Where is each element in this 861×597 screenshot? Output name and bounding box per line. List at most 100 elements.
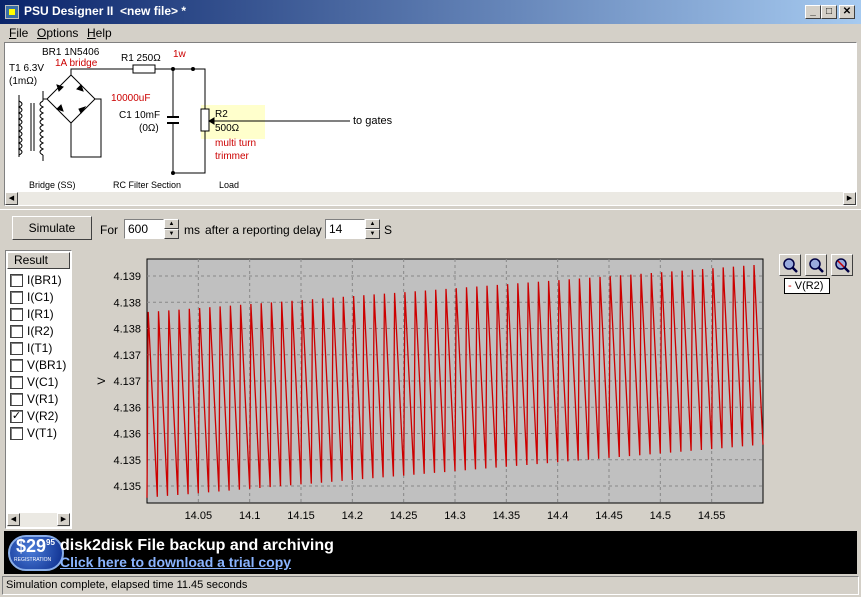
result-column-header[interactable]: Result xyxy=(7,252,70,269)
result-list[interactable]: Result I(BR1) I(C1) I(R1) I(R2) I(T1) V(BR1) V… xyxy=(5,250,72,529)
result-item-label: V(T1) xyxy=(27,426,57,440)
for-label: For xyxy=(100,223,118,237)
duration-unit: ms xyxy=(184,223,200,237)
duration-spinner[interactable]: ▲ ▼ xyxy=(164,219,179,239)
y-tick-label: 4.138 xyxy=(113,324,141,336)
checkbox[interactable] xyxy=(10,359,23,372)
r1-note: 1w xyxy=(173,49,186,60)
y-tick-label: 4.135 xyxy=(113,455,141,467)
result-item-label: V(BR1) xyxy=(27,358,67,372)
t1-label: T1 6.3V xyxy=(9,63,45,74)
r2-note-line2: trimmer xyxy=(215,151,249,162)
x-tick-label: 14.2 xyxy=(342,510,363,522)
spin-up-icon[interactable]: ▲ xyxy=(164,219,179,229)
result-item-label: I(R1) xyxy=(27,307,54,321)
checkbox[interactable] xyxy=(10,393,23,406)
zoom-in-button[interactable] xyxy=(779,254,801,276)
r1-label: R1 250Ω xyxy=(121,53,161,64)
chart-panel: 14.05 14.1 14.15 14.2 14.25 14.3 14.35 14.4 14.4… xyxy=(75,250,857,529)
app-icon[interactable] xyxy=(5,5,19,19)
circuit-schematic[interactable]: T1 6.3V (1mΩ) BR1 1N5406 1A bridge R1 25… xyxy=(4,42,857,206)
r2-label: R2 xyxy=(215,109,228,120)
simulation-toolbar: Simulate For 600 ▲ ▼ ms after a reportin… xyxy=(0,209,861,247)
zoom-out-button[interactable] xyxy=(805,254,827,276)
br1-label: BR1 1N5406 xyxy=(42,47,100,58)
result-horizontal-scrollbar[interactable]: ◀ ▶ xyxy=(7,513,70,527)
scroll-right-icon[interactable]: ▶ xyxy=(843,192,856,205)
c1-esr: (0Ω) xyxy=(139,123,159,134)
delay-spinner[interactable]: ▲ ▼ xyxy=(365,219,380,239)
result-item-label: V(R1) xyxy=(27,392,59,406)
potentiometer-r2[interactable] xyxy=(173,68,350,174)
x-tick-label: 14.4 xyxy=(547,510,568,522)
y-tick-label: 4.138 xyxy=(113,297,141,309)
zoom-in-icon xyxy=(783,258,798,273)
voltage-chart[interactable]: 14.05 14.1 14.15 14.2 14.25 14.3 14.35 14.4 14.4… xyxy=(75,250,857,529)
checkbox-checked[interactable]: ✓ xyxy=(10,410,23,423)
delay-input[interactable]: 14 xyxy=(325,219,365,239)
x-tick-label: 14.1 xyxy=(239,510,260,522)
simulate-button[interactable]: Simulate xyxy=(12,216,92,240)
checkbox[interactable] xyxy=(10,274,23,287)
close-button[interactable]: ✕ xyxy=(839,5,855,19)
checkbox[interactable] xyxy=(10,325,23,338)
menu-options[interactable]: Options xyxy=(37,26,78,40)
banner-price: $29 xyxy=(16,536,47,556)
y-axis-label: V xyxy=(96,377,108,385)
zoom-reset-icon xyxy=(835,258,850,273)
checkbox[interactable] xyxy=(10,308,23,321)
banner-download-link[interactable]: Click here to download a trial copy xyxy=(60,554,291,570)
scroll-left-icon[interactable]: ◀ xyxy=(5,192,18,205)
result-item-label: I(T1) xyxy=(27,341,53,355)
banner-registration: REGISTRATION xyxy=(14,557,52,563)
y-tick-label: 4.137 xyxy=(113,376,141,388)
minimize-button[interactable]: _ xyxy=(805,5,821,19)
section-filter-label: RC Filter Section xyxy=(113,180,182,190)
checkbox[interactable] xyxy=(10,291,23,304)
circuit-horizontal-scrollbar[interactable]: ◀ ▶ xyxy=(5,192,856,205)
section-load-label: Load xyxy=(219,180,240,190)
banner-headline: disk2disk File backup and archiving xyxy=(60,537,334,554)
y-tick-label: 4.136 xyxy=(113,402,141,414)
x-tick-label: 14.3 xyxy=(444,510,465,522)
status-bar: Simulation complete, elapsed time 11.45 … xyxy=(2,576,859,595)
title-bar: PSU Designer II <new file> * _ □ ✕ xyxy=(0,0,861,24)
x-tick-label: 14.5 xyxy=(650,510,671,522)
bridge-rectifier-br1[interactable] xyxy=(42,68,125,161)
section-bridge-label: Bridge (SS) xyxy=(29,180,76,190)
output-label: to gates xyxy=(353,115,393,127)
duration-input[interactable]: 600 xyxy=(124,219,164,239)
transformer-t1[interactable] xyxy=(17,91,45,161)
capacitor-c1[interactable] xyxy=(167,69,179,175)
x-tick-label: 14.15 xyxy=(287,510,315,522)
checkbox[interactable] xyxy=(10,376,23,389)
ad-banner[interactable]: $29 95 REGISTRATION disk2disk File backu… xyxy=(4,531,857,574)
checkbox[interactable] xyxy=(10,427,23,440)
scroll-left-icon[interactable]: ◀ xyxy=(7,513,20,526)
banner-price-cents: 95 xyxy=(46,538,55,547)
checkbox[interactable] xyxy=(10,342,23,355)
x-tick-label: 14.45 xyxy=(595,510,623,522)
zoom-reset-button[interactable] xyxy=(831,254,853,276)
c1-note: 10000uF xyxy=(111,93,151,104)
y-tick-label: 4.135 xyxy=(113,481,141,493)
br1-note: 1A bridge xyxy=(55,58,98,69)
delay-unit: S xyxy=(384,223,393,237)
y-tick-label: 4.137 xyxy=(113,350,141,362)
result-item-label: I(BR1) xyxy=(27,273,62,287)
menu-file[interactable]: File xyxy=(9,26,28,40)
window-title: PSU Designer II <new file> * xyxy=(24,4,187,18)
legend-entry: V(R2) xyxy=(794,280,824,292)
spin-up-icon[interactable]: ▲ xyxy=(365,219,380,229)
y-tick-label: 4.136 xyxy=(113,429,141,441)
y-tick-label: 4.139 xyxy=(113,271,141,283)
result-item-label: V(R2) xyxy=(27,409,59,423)
r2-value: 500Ω xyxy=(215,123,240,134)
scroll-right-icon[interactable]: ▶ xyxy=(57,513,70,526)
x-tick-label: 14.35 xyxy=(493,510,521,522)
menu-help[interactable]: Help xyxy=(87,26,112,40)
x-tick-label: 14.55 xyxy=(698,510,726,522)
maximize-button[interactable]: □ xyxy=(821,5,837,19)
spin-down-icon[interactable]: ▼ xyxy=(365,229,380,239)
spin-down-icon[interactable]: ▼ xyxy=(164,229,179,239)
